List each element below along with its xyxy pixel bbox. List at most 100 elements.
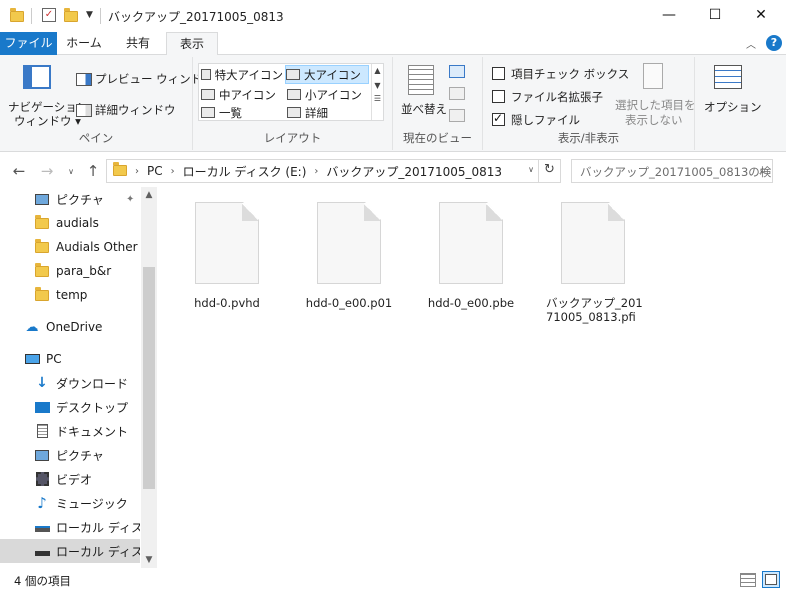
download-icon: ↓ — [36, 375, 48, 391]
layout-scroll[interactable]: ▲ ▼ ☰ — [371, 64, 383, 120]
nav-item-desktop[interactable]: デスクトップ — [0, 395, 140, 419]
item-checkboxes-checkbox[interactable] — [492, 67, 505, 80]
breadcrumb-backup-folder[interactable]: バックアップ_20171005_0813 — [326, 163, 502, 180]
sort-icon — [408, 65, 434, 95]
layout-label: 大アイコン — [304, 67, 361, 82]
group-by-icon[interactable] — [449, 65, 465, 78]
nav-item-pictures-quick[interactable]: ピクチャ ✦ — [0, 187, 140, 211]
item-checkboxes-label: 項目チェック ボックス — [511, 67, 630, 81]
file-icon — [439, 202, 503, 284]
address-dropdown-icon[interactable]: ∨ — [528, 165, 534, 174]
large-icons-view-icon[interactable] — [762, 571, 780, 588]
sort-label: 並べ替え — [401, 102, 447, 116]
nav-item-local-disk-e[interactable]: ローカル ディスク (E — [0, 539, 140, 563]
chevron-down-icon[interactable]: ▼ — [141, 552, 157, 568]
nav-item-pc[interactable]: PC — [0, 347, 140, 371]
search-input[interactable]: バックアップ_20171005_0813の検... ⌕ — [571, 159, 773, 183]
group-label-current-view: 現在のビュー — [403, 131, 472, 145]
recent-locations-icon[interactable]: ∨ — [60, 161, 82, 181]
search-icon: ⌕ — [759, 163, 766, 177]
breadcrumb-local-disk-e[interactable]: ローカル ディスク (E:) — [183, 163, 307, 180]
up-arrow-icon[interactable]: ↑ — [82, 161, 104, 181]
file-list: hdd-0.pvhd hdd-0_e00.p01 hdd-0_e00.pbe バ… — [157, 187, 786, 568]
file-extensions-checkbox[interactable] — [492, 90, 505, 103]
layout-details[interactable]: 詳細 — [287, 104, 369, 121]
options-button[interactable]: オプション — [700, 61, 762, 121]
chevron-up-icon[interactable]: ▲ — [141, 187, 157, 203]
forward-arrow-icon[interactable]: → — [36, 161, 58, 181]
tab-share[interactable]: 共有 — [112, 32, 164, 55]
hidden-items-checkbox[interactable] — [492, 111, 505, 126]
back-arrow-icon[interactable]: ← — [8, 161, 30, 181]
file-icon — [317, 202, 381, 284]
add-columns-icon[interactable] — [449, 87, 465, 100]
file-icon — [195, 202, 259, 284]
collapse-ribbon-icon[interactable]: ︿ — [746, 36, 756, 51]
layout-large-icons[interactable]: 大アイコン — [285, 65, 369, 84]
chevron-right-icon[interactable]: › — [135, 166, 139, 177]
size-columns-icon[interactable] — [449, 109, 465, 122]
nav-item-temp[interactable]: temp — [0, 283, 140, 307]
nav-item-music[interactable]: ♪ ミュージック — [0, 491, 140, 515]
document-icon — [34, 424, 50, 438]
customize-toolbar-icon[interactable]: ▼ — [86, 10, 93, 26]
music-icon: ♪ — [37, 494, 47, 512]
chevron-right-icon[interactable]: › — [171, 166, 175, 177]
file-extensions-label: ファイル名拡張子 — [511, 90, 603, 104]
layout-label: 中アイコン — [219, 87, 276, 102]
file-item[interactable]: バックアップ_20171005_0813.pfi — [538, 202, 648, 324]
nav-item-para-br[interactable]: para_b&r — [0, 259, 140, 283]
nav-item-audials[interactable]: audials — [0, 211, 140, 235]
nav-item-local-disk-c[interactable]: ローカル ディスク (C — [0, 515, 140, 539]
nav-item-onedrive[interactable]: ☁ OneDrive — [0, 315, 140, 339]
nav-scrollbar[interactable]: ▲ ▼ — [141, 187, 157, 568]
sort-button[interactable]: 並べ替え — [399, 63, 447, 123]
layout-list[interactable]: 一覧 — [201, 104, 283, 121]
maximize-button[interactable]: ☐ — [692, 0, 738, 30]
new-folder-icon[interactable] — [64, 8, 78, 24]
layout-medium-icons[interactable]: 中アイコン — [201, 86, 283, 103]
nav-pane-label-2: ウィンドウ ▾ — [14, 114, 81, 128]
details-pane-button[interactable]: 詳細ウィンドウ — [76, 102, 176, 118]
tab-view[interactable]: 表示 — [166, 32, 218, 56]
close-button[interactable]: ✕ — [738, 0, 784, 30]
nav-item-documents[interactable]: ドキュメント — [0, 419, 140, 443]
breadcrumb-pc[interactable]: PC — [147, 164, 163, 178]
tab-file[interactable]: ファイル — [0, 32, 57, 55]
nav-label: ローカル ディスク (E — [56, 544, 140, 559]
nav-label: ローカル ディスク (C — [56, 520, 140, 535]
cloud-icon: ☁ — [25, 319, 39, 335]
layout-small-icons[interactable]: 小アイコン — [287, 86, 369, 103]
nav-item-videos[interactable]: ビデオ — [0, 467, 140, 491]
file-item[interactable]: hdd-0_e00.pbe — [416, 202, 526, 310]
pin-icon[interactable]: ✦ — [126, 194, 134, 205]
file-item[interactable]: hdd-0.pvhd — [172, 202, 282, 310]
layout-extra-large-icons[interactable]: 特大アイコン — [201, 66, 283, 83]
nav-label: audials — [56, 216, 99, 230]
file-item[interactable]: hdd-0_e00.p01 — [294, 202, 404, 310]
chevron-up-icon[interactable]: ▲ — [372, 66, 383, 75]
chevron-down-icon[interactable]: ▼ — [372, 81, 383, 90]
tab-home[interactable]: ホーム — [58, 32, 110, 55]
chevron-right-icon[interactable]: › — [314, 166, 318, 177]
nav-item-downloads[interactable]: ↓ ダウンロード — [0, 371, 140, 395]
navigation-row: ← → ∨ ↑ › PC › ローカル ディスク (E:) › バックアップ_2… — [0, 157, 786, 185]
help-icon[interactable]: ? — [766, 35, 782, 51]
nav-label: ダウンロード — [56, 376, 129, 391]
navigation-pane-button[interactable]: ナビゲーション ウィンドウ ▾ — [4, 61, 88, 133]
nav-item-pictures[interactable]: ピクチャ — [0, 443, 140, 467]
more-icon[interactable]: ☰ — [372, 94, 383, 103]
properties-icon[interactable]: ✓ — [42, 8, 56, 22]
extra-large-icons-icon — [201, 69, 211, 80]
nav-label: ドキュメント — [56, 424, 129, 439]
details-view-icon[interactable] — [740, 573, 756, 587]
refresh-icon[interactable]: ↻ — [538, 160, 560, 182]
navigation-pane: ピクチャ ✦ audials Audials Other Vi para_b&r… — [0, 187, 157, 568]
address-bar[interactable]: › PC › ローカル ディスク (E:) › バックアップ_20171005_… — [106, 159, 561, 183]
minimize-button[interactable]: — — [646, 0, 692, 30]
details-pane-icon — [76, 103, 92, 117]
scrollbar-thumb[interactable] — [143, 267, 155, 489]
nav-label: ミュージック — [56, 496, 128, 511]
nav-item-audials-other[interactable]: Audials Other Vi — [0, 235, 140, 259]
hide-selected-button[interactable]: 選択した項目を 表示しない — [615, 61, 696, 127]
